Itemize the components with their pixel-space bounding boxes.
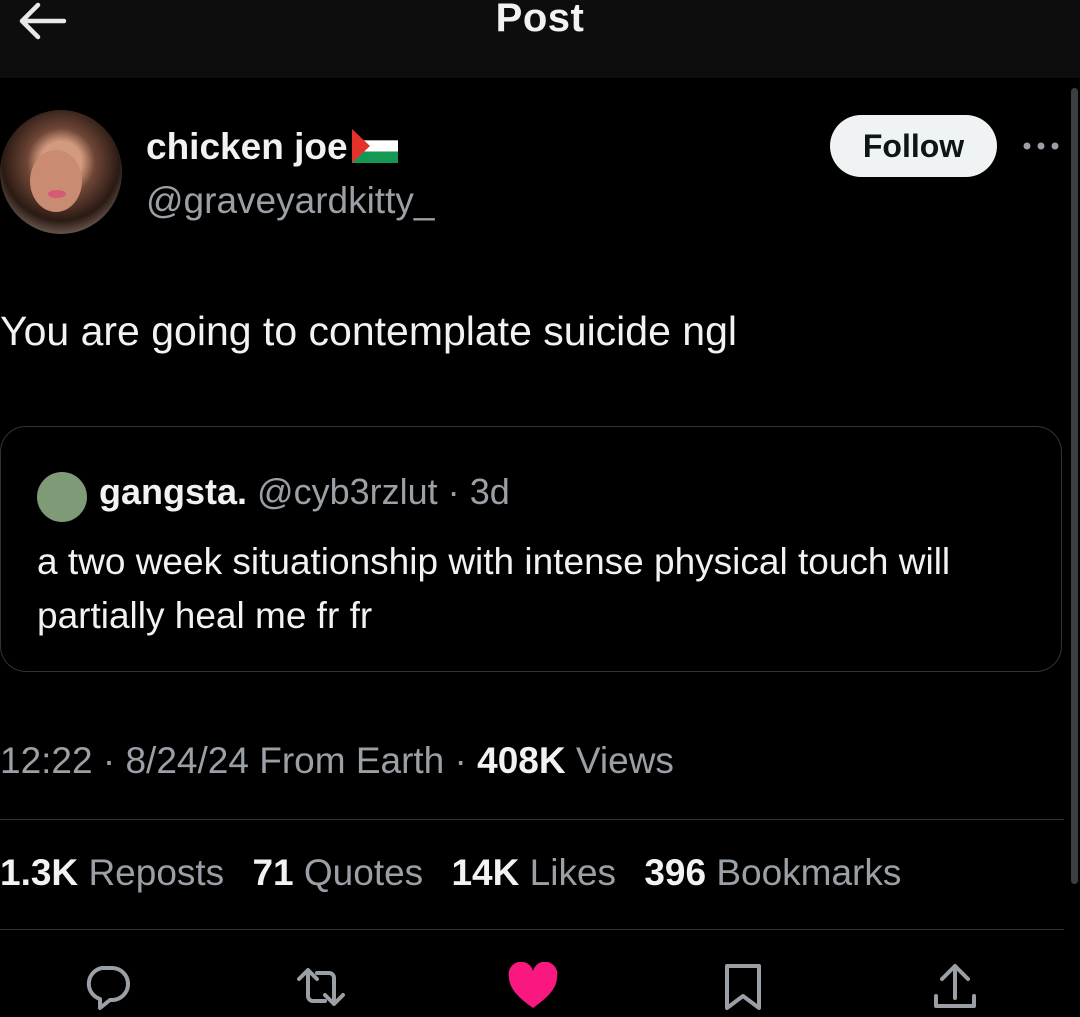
- quoted-author-name[interactable]: gangsta.: [99, 471, 247, 512]
- reply-icon[interactable]: [80, 962, 134, 1012]
- likes-stat[interactable]: 14K Likes: [451, 852, 616, 893]
- quoted-author-handle[interactable]: @cyb3rzlut: [257, 471, 438, 512]
- bookmarks-stat[interactable]: 396 Bookmarks: [644, 852, 901, 893]
- post-location: From Earth: [259, 740, 445, 781]
- top-app-bar: Post: [0, 0, 1080, 78]
- views-count: 408K: [477, 740, 566, 781]
- meta-separator: ·: [444, 740, 478, 781]
- divider: [0, 929, 1064, 930]
- bookmarks-count: 396: [644, 852, 707, 893]
- author-display-name[interactable]: chicken joe: [146, 126, 398, 168]
- bookmarks-label: Bookmarks: [716, 852, 902, 893]
- reposts-count: 1.3K: [0, 852, 79, 893]
- quoted-author-avatar[interactable]: [37, 472, 87, 522]
- post-date: 8/24/24: [125, 740, 249, 781]
- author-handle[interactable]: @graveyardkitty_: [146, 180, 434, 222]
- quotes-count: 71: [252, 852, 294, 893]
- post-metadata: 12:22 · 8/24/24 From Earth · 408K Views: [0, 740, 674, 782]
- likes-count: 14K: [451, 852, 520, 893]
- quoted-separator: ·: [447, 471, 460, 512]
- avatar-face: [30, 150, 82, 212]
- avatar-lips: [48, 190, 66, 198]
- palestine-flag-icon: [351, 129, 398, 164]
- views-label: Views: [575, 740, 674, 781]
- heart-shape: [508, 961, 558, 1008]
- more-options-icon[interactable]: [1020, 136, 1062, 156]
- quoted-post-card[interactable]: gangsta. @cyb3rzlut · 3d a two week situ…: [0, 426, 1062, 672]
- engagement-stats: 1.3K Reposts 71 Quotes 14K Likes 396 Boo…: [0, 852, 919, 894]
- likes-label: Likes: [529, 852, 617, 893]
- bookmark-icon[interactable]: [716, 962, 770, 1012]
- post-time: 12:22: [0, 740, 93, 781]
- share-icon[interactable]: [928, 962, 982, 1012]
- author-avatar[interactable]: [0, 110, 122, 234]
- quoted-post-text: a two week situationship with intense ph…: [37, 541, 951, 636]
- quoted-post-header: gangsta. @cyb3rzlut · 3d: [99, 471, 510, 513]
- quotes-label: Quotes: [303, 852, 424, 893]
- repost-icon[interactable]: [294, 962, 348, 1012]
- heart-icon[interactable]: [506, 961, 560, 1012]
- post-text: You are going to contemplate suicide ngl: [0, 308, 737, 354]
- author-name-text: chicken joe: [146, 126, 348, 167]
- quotes-stat[interactable]: 71 Quotes: [252, 852, 423, 893]
- divider: [0, 819, 1064, 820]
- reposts-stat[interactable]: 1.3K Reposts: [0, 852, 224, 893]
- follow-button[interactable]: Follow: [830, 115, 997, 177]
- meta-separator: ·: [92, 740, 126, 781]
- page-title: Post: [495, 0, 585, 40]
- quoted-post-age: 3d: [469, 471, 510, 512]
- reposts-label: Reposts: [88, 852, 225, 893]
- scrollbar[interactable]: [1071, 88, 1078, 884]
